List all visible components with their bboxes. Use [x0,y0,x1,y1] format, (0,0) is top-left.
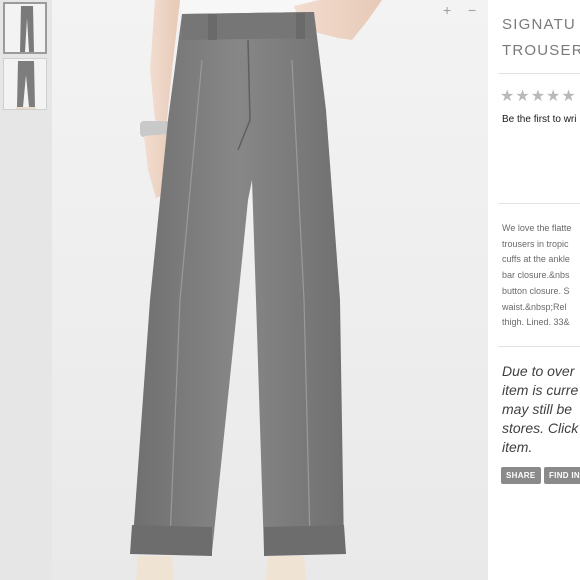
divider [498,346,580,347]
divider [498,203,580,204]
find-in-store-button[interactable]: FIND IN [544,467,580,484]
rating-stars[interactable]: ★★★★★ [500,86,577,106]
thumbnail-front-view[interactable] [3,2,47,54]
product-image-viewer[interactable]: + − [52,0,488,580]
product-title: SIGNATU TROUSERS [502,12,580,64]
product-info-panel: SIGNATU TROUSERS ★★★★★ Be the first to w… [488,0,580,580]
notice-line[interactable]: stores. Click [502,419,578,438]
description-line: We love the flatte [502,223,572,233]
notice-line: Due to over [502,363,575,379]
product-title-line: TROUSERS [502,42,580,59]
notice-line: may still be [502,401,573,417]
write-review-link[interactable]: Be the first to wri [502,114,576,125]
description-line: bar closure.&nbs [502,270,570,281]
description-line: trousers in tropic [502,238,569,249]
description-line: button closure. S [502,285,570,296]
divider [498,73,580,74]
share-button[interactable]: SHARE [501,467,541,484]
zoom-in-icon[interactable]: + [443,2,451,18]
product-description: We love the flatte trousers in tropic cu… [502,221,580,331]
description-line: waist.&nbsp;Rel [502,301,567,312]
product-title-line: SIGNATU [502,16,576,33]
product-photo-trousers [130,0,382,580]
description-line: cuffs at the ankle [502,254,570,265]
availability-notice: Due to over item is curre may still be s… [502,362,578,457]
zoom-out-icon[interactable]: − [468,2,476,18]
notice-line: item. [502,439,533,455]
thumbnail-side-view[interactable] [3,58,47,110]
thumbnail-strip [0,0,52,580]
notice-line: item is curre [502,382,579,398]
description-line: thigh. Lined. 33& [502,317,570,328]
